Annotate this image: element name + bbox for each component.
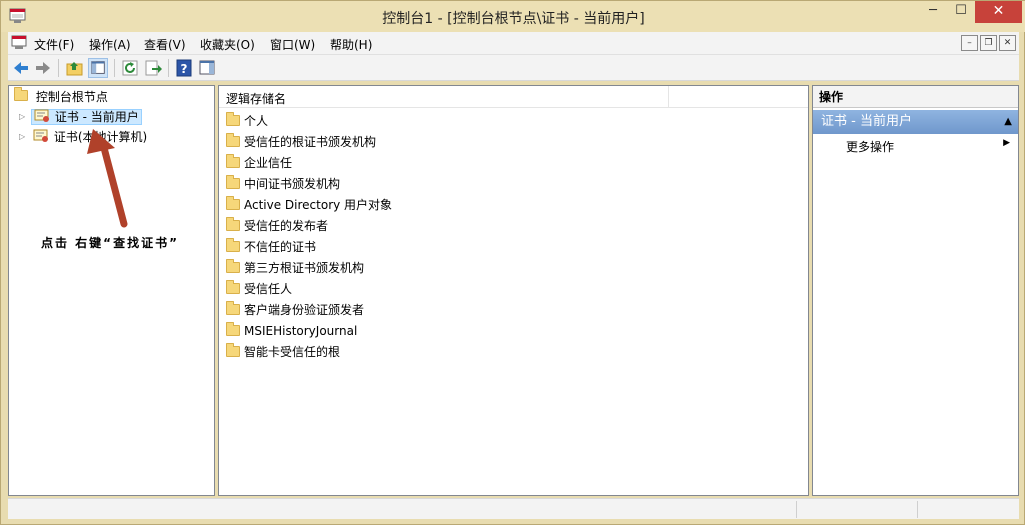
- toolbar-separator: [114, 59, 115, 77]
- folder-icon: [226, 259, 240, 273]
- close-button[interactable]: ✕: [975, 1, 1022, 23]
- menu-help[interactable]: 帮助(H): [330, 36, 372, 53]
- export-list-icon[interactable]: [143, 58, 163, 78]
- menu-favorites[interactable]: 收藏夹(O): [200, 36, 255, 53]
- list-item-label: 不信任的证书: [244, 240, 317, 254]
- folder-icon: [226, 280, 240, 294]
- back-arrow-icon[interactable]: [11, 58, 31, 78]
- list-item-label: 第三方根证书颁发机构: [244, 261, 365, 275]
- title-bar[interactable]: 控制台1 - [控制台根节点\证书 - 当前用户] ─ ☐ ✕: [1, 1, 1025, 32]
- show-hide-tree-icon[interactable]: [88, 58, 108, 78]
- status-bar-divider: [796, 501, 797, 518]
- list-item[interactable]: 客户端身份验证颁发者: [226, 300, 364, 320]
- list-item[interactable]: 不信任的证书: [226, 237, 316, 257]
- minimize-button[interactable]: ─: [919, 1, 947, 23]
- menu-window[interactable]: 窗口(W): [270, 36, 315, 53]
- mdi-close-button[interactable]: ✕: [999, 35, 1016, 51]
- list-item-label: 受信任的发布者: [244, 219, 329, 233]
- certificate-store-icon: [34, 109, 49, 122]
- folder-icon: [226, 133, 240, 147]
- list-item-label: Active Directory 用户对象: [244, 198, 393, 212]
- list-item-label: 客户端身份验证颁发者: [244, 303, 365, 317]
- expand-arrow-icon[interactable]: ▷: [19, 128, 28, 146]
- window-title: 控制台1 - [控制台根节点\证书 - 当前用户]: [382, 11, 645, 27]
- folder-icon: [226, 112, 240, 126]
- tree-root-label: 控制台根节点: [35, 90, 108, 104]
- folder-icon: [14, 87, 28, 101]
- refresh-icon[interactable]: [120, 58, 140, 78]
- folder-icon: [226, 196, 240, 210]
- folder-icon: [226, 154, 240, 168]
- list-item[interactable]: 中间证书颁发机构: [226, 174, 340, 194]
- certificate-store-icon: [33, 129, 48, 142]
- list-item[interactable]: MSIEHistoryJournal: [226, 321, 357, 341]
- list-item[interactable]: 企业信任: [226, 153, 292, 173]
- help-icon[interactable]: ?: [174, 58, 194, 78]
- up-folder-icon[interactable]: [65, 58, 85, 78]
- forward-arrow-icon[interactable]: [33, 58, 53, 78]
- actions-title: 操作: [813, 86, 1018, 108]
- list-item[interactable]: Active Directory 用户对象: [226, 195, 392, 215]
- toolbar-separator: [168, 59, 169, 77]
- maximize-button[interactable]: ☐: [947, 1, 975, 23]
- column-header-store-name[interactable]: 逻辑存储名: [226, 90, 286, 107]
- mdi-minimize-button[interactable]: –: [961, 35, 978, 51]
- mmc-menu-icon[interactable]: [11, 35, 27, 51]
- menu-action[interactable]: 操作(A): [89, 36, 131, 53]
- list-item[interactable]: 受信任人: [226, 279, 292, 299]
- folder-icon: [226, 175, 240, 189]
- show-hide-action-pane-icon[interactable]: [197, 58, 217, 78]
- list-item[interactable]: 智能卡受信任的根: [226, 342, 340, 362]
- toolbar-separator: [58, 59, 59, 77]
- tree-node-selection[interactable]: 证书 - 当前用户: [31, 109, 142, 125]
- console-window: 控制台1 - [控制台根节点\证书 - 当前用户] ─ ☐ ✕ 文件(F) 操作…: [0, 0, 1025, 525]
- folder-icon: [226, 217, 240, 231]
- result-pane[interactable]: 逻辑存储名 个人 受信任的根证书颁发机构 企业信任 中间证书颁发机构 Activ…: [218, 85, 809, 496]
- list-item[interactable]: 个人: [226, 111, 268, 131]
- list-item-label: 中间证书颁发机构: [244, 177, 341, 191]
- actions-group-header[interactable]: 证书 - 当前用户 ▲: [813, 110, 1018, 134]
- tree-root-node[interactable]: 控制台根节点: [14, 87, 108, 106]
- tree-node-label: 证书 - 当前用户: [54, 110, 139, 124]
- list-item-label: 智能卡受信任的根: [244, 345, 341, 359]
- svg-text:?: ?: [181, 62, 188, 76]
- menu-view[interactable]: 查看(V): [144, 36, 186, 53]
- folder-icon: [226, 343, 240, 357]
- annotation-text: 点击 右键“查找证书”: [41, 236, 179, 250]
- collapse-arrow-icon[interactable]: ▲: [1004, 110, 1012, 134]
- expand-arrow-icon[interactable]: ▷: [19, 108, 28, 126]
- list-item-label: 个人: [244, 114, 269, 128]
- folder-icon: [226, 322, 240, 336]
- list-item-label: MSIEHistoryJournal: [244, 324, 358, 338]
- mdi-restore-button[interactable]: ❐: [980, 35, 997, 51]
- column-divider[interactable]: [668, 86, 669, 108]
- folder-icon: [226, 301, 240, 315]
- status-bar: [8, 498, 1019, 519]
- list-header: 逻辑存储名: [219, 86, 808, 108]
- console-tree-pane[interactable]: 控制台根节点 ▷ 证书 - 当前用户 ▷ 点击 右键“查找证书”: [8, 85, 215, 496]
- status-bar-divider: [917, 501, 918, 518]
- list-item-label: 受信任的根证书颁发机构: [244, 135, 377, 149]
- actions-pane: 操作 证书 - 当前用户 ▲ 更多操作 ▶: [812, 85, 1019, 496]
- list-item[interactable]: 第三方根证书颁发机构: [226, 258, 364, 278]
- list-item[interactable]: 受信任的根证书颁发机构: [226, 132, 376, 152]
- annotation-arrow-icon: [87, 129, 128, 228]
- submenu-arrow-icon[interactable]: ▶: [1003, 138, 1010, 148]
- list-item-label: 企业信任: [244, 156, 293, 170]
- menu-file[interactable]: 文件(F): [34, 36, 74, 53]
- toolbar: ?: [8, 55, 1019, 81]
- list-item-label: 受信任人: [244, 282, 293, 296]
- folder-icon: [226, 238, 240, 252]
- actions-group-label: 证书 - 当前用户: [821, 114, 912, 129]
- more-actions-item[interactable]: 更多操作: [846, 138, 894, 155]
- list-item[interactable]: 受信任的发布者: [226, 216, 328, 236]
- menu-bar: 文件(F) 操作(A) 查看(V) 收藏夹(O) 窗口(W) 帮助(H) – ❐…: [8, 32, 1019, 55]
